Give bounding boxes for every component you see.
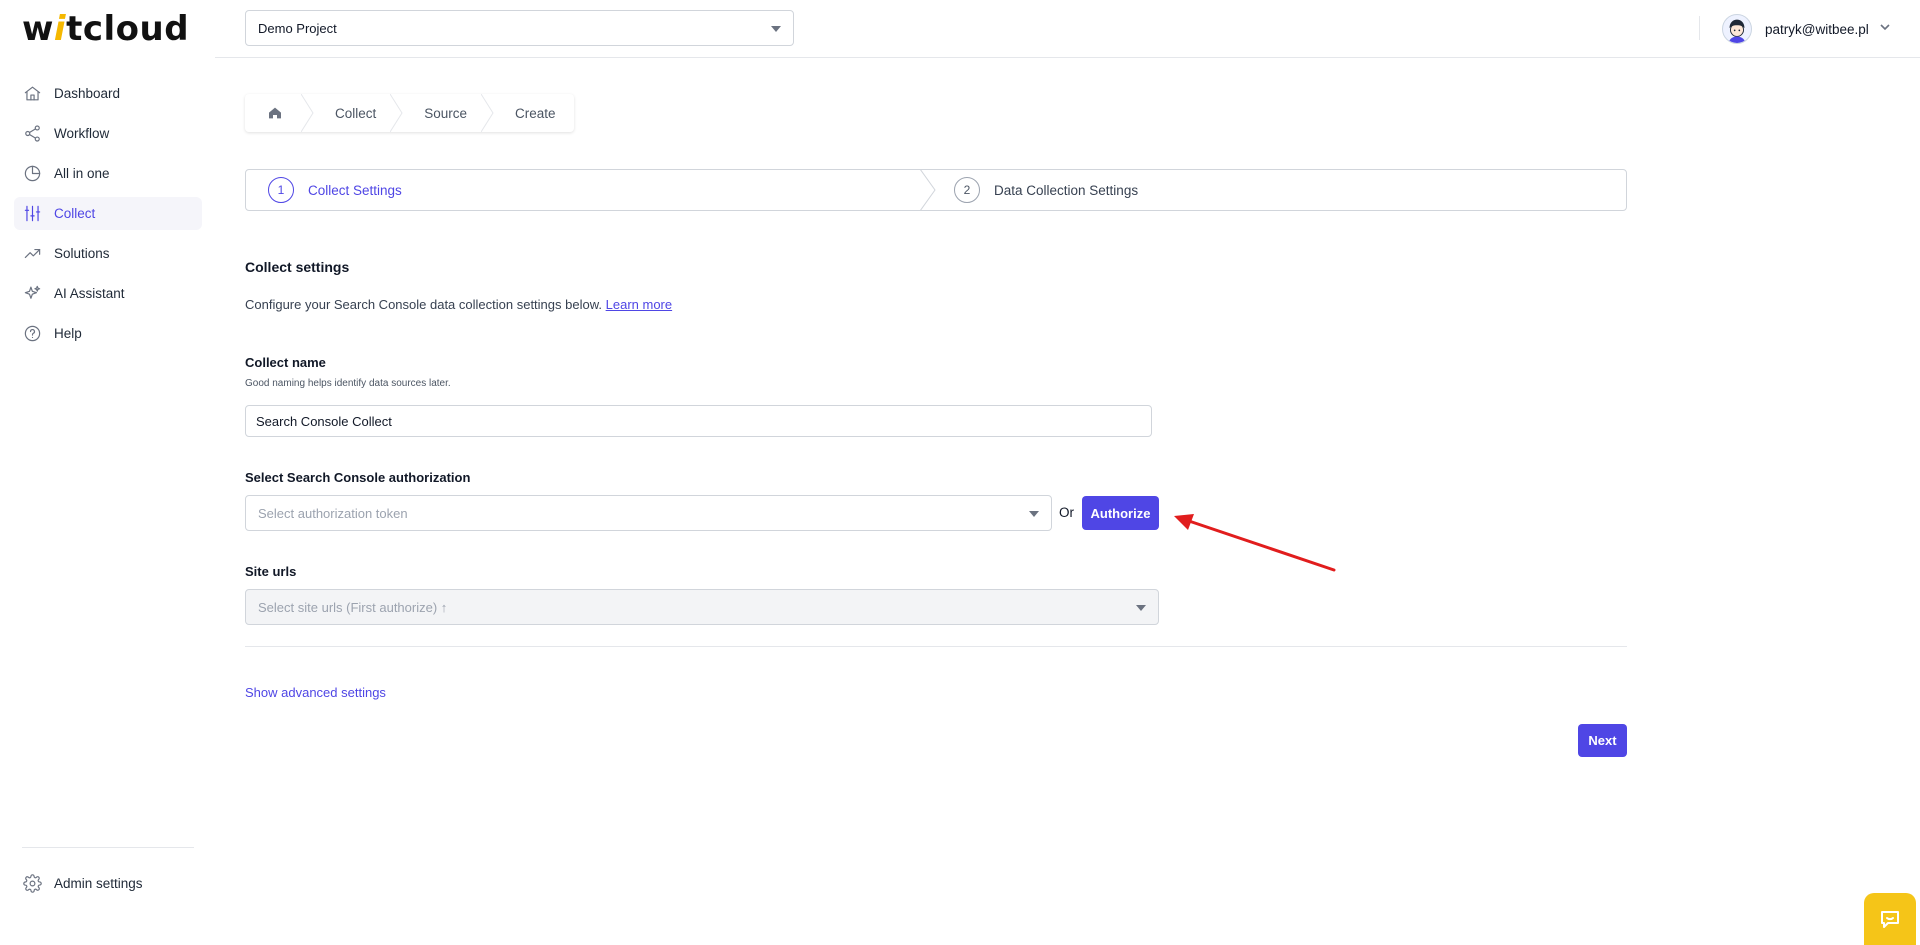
sidebar-item-label: Help [54,326,82,341]
sidebar-item-solutions[interactable]: Solutions [14,237,202,270]
step-data-collection-settings[interactable]: 2 Data Collection Settings [922,170,1626,210]
chat-widget-button[interactable] [1864,893,1916,945]
annotation-arrow [1174,514,1336,572]
user-menu[interactable]: patryk@witbee.pl [1722,14,1891,44]
help-circle-icon [22,324,42,344]
sidebar: witcloud Dashboard Workflow All in one C… [0,0,215,945]
top-header: Demo Project patryk@witbee.pl [215,0,1920,58]
breadcrumb-collect[interactable]: Collect [305,93,403,133]
auth-label: Select Search Console authorization [245,470,471,485]
sidebar-item-label: Solutions [54,246,110,261]
step-separator [919,168,936,212]
collect-name-input[interactable] [245,405,1152,437]
sparkles-icon [22,284,42,304]
step-label: Data Collection Settings [994,182,1139,198]
header-separator [1699,16,1700,40]
breadcrumb-home[interactable] [245,93,314,133]
site-urls-placeholder: Select site urls (First authorize) ↑ [258,599,448,615]
sidebar-nav: Dashboard Workflow All in one Collect So… [14,77,202,357]
breadcrumb-create: Create [485,94,574,132]
caret-down-icon [771,26,781,32]
chevron-down-icon [1879,20,1891,38]
step-collect-settings[interactable]: 1 Collect Settings [246,168,936,212]
form-divider [245,646,1627,647]
sliders-icon [22,204,42,224]
site-urls-select[interactable]: Select site urls (First authorize) ↑ [245,589,1159,625]
breadcrumb-separator [480,93,495,133]
collect-name-hint: Good naming helps identify data sources … [245,378,451,389]
sidebar-item-label: Workflow [54,126,110,141]
sidebar-item-label: Collect [54,206,96,221]
admin-settings-label: Admin settings [54,875,143,891]
home-icon [269,107,281,119]
sidebar-item-dashboard[interactable]: Dashboard [14,77,202,110]
stepper: 1 Collect Settings 2 Data Collection Set… [245,168,1627,212]
authorize-button[interactable]: Authorize [1082,496,1159,530]
sidebar-item-all-in-one[interactable]: All in one [14,157,202,190]
breadcrumb: Collect Source Create [245,93,574,133]
chat-icon [1881,911,1899,928]
next-button[interactable]: Next [1578,724,1627,757]
share-icon [22,124,42,144]
user-avatar-icon [1728,19,1746,43]
witcloud-logo[interactable]: witcloud [22,12,189,46]
breadcrumb-label: Create [515,105,556,121]
sidebar-divider [22,847,194,848]
home-icon [22,84,42,104]
caret-down-icon [1029,511,1039,517]
auth-token-placeholder: Select authorization token [258,505,408,521]
site-urls-label: Site urls [245,564,297,579]
step-number: 1 [268,177,294,203]
sidebar-item-label: Dashboard [54,86,121,101]
avatar [1722,14,1752,44]
sidebar-item-ai-assistant[interactable]: AI Assistant [14,277,202,310]
user-email: patryk@witbee.pl [1765,21,1869,37]
sidebar-item-workflow[interactable]: Workflow [14,117,202,150]
step-label: Collect Settings [308,182,402,198]
project-select[interactable]: Demo Project [245,10,794,46]
sidebar-item-admin-settings[interactable]: Admin settings [22,868,143,898]
sidebar-item-label: All in one [54,166,110,181]
or-text: Or [1059,505,1074,520]
breadcrumb-label: Collect [335,105,377,121]
sidebar-item-label: AI Assistant [54,286,125,301]
trending-up-icon [22,244,42,264]
gear-icon [22,873,42,893]
show-advanced-settings-link[interactable]: Show advanced settings [245,685,386,700]
project-select-value: Demo Project [258,20,337,36]
step-number: 2 [954,177,980,203]
breadcrumb-label: Source [424,105,468,121]
auth-token-select[interactable]: Select authorization token [245,495,1052,531]
caret-down-icon [1136,605,1146,611]
section-title: Collect settings [245,259,350,275]
collect-name-label: Collect name [245,355,326,370]
section-description: Configure your Search Console data colle… [245,297,673,312]
breadcrumb-separator [300,93,315,133]
breadcrumb-separator [389,93,404,133]
pie-chart-icon [22,164,42,184]
learn-more-link[interactable]: Learn more [606,297,672,312]
sidebar-item-help[interactable]: Help [14,317,202,350]
sidebar-item-collect[interactable]: Collect [14,197,202,230]
breadcrumb-source[interactable]: Source [394,93,494,133]
